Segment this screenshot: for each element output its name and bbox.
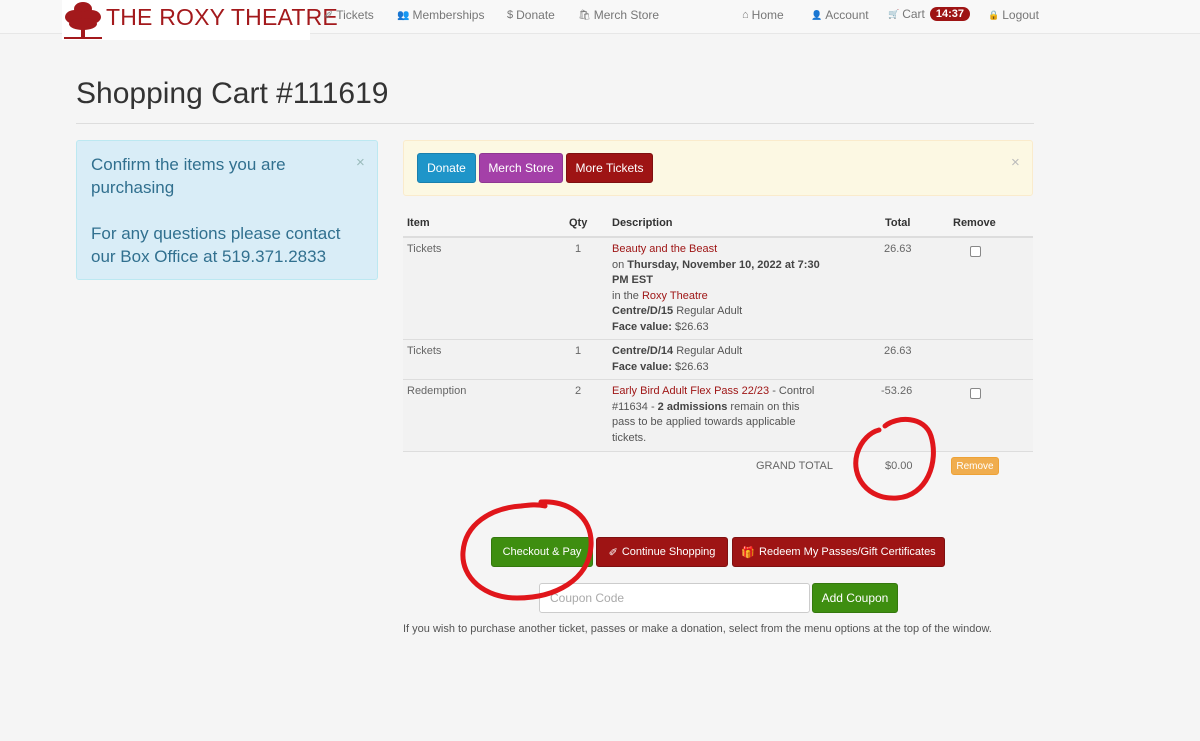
nav-donate[interactable]: $ Donate	[507, 8, 555, 22]
nav-home[interactable]: ⌂ Home	[742, 8, 784, 22]
grand-total-row: GRAND TOTAL $0.00 Remove	[403, 452, 1033, 482]
desc-text: on	[612, 258, 628, 271]
pass-link[interactable]: Early Bird Adult Flex Pass 22/23	[612, 385, 769, 397]
lock-icon: 🔒	[988, 9, 1000, 20]
user-icon: 👤	[811, 9, 823, 20]
brand-name: THE ROXY THEATRE	[106, 4, 338, 30]
brand-logo[interactable]: THE ROXY THEATRE	[62, 0, 338, 40]
redeem-passes-label: Redeem My Passes/Gift Certificates	[759, 546, 936, 558]
cart-timer-badge: 14:37	[929, 7, 971, 21]
admissions-count: 2 admissions	[657, 400, 728, 413]
grand-total-label: GRAND TOTAL	[756, 460, 834, 472]
nav-label: Merch Store	[593, 8, 660, 22]
column-header-remove: Remove	[953, 217, 996, 229]
venue-link[interactable]: Roxy Theatre	[642, 290, 708, 302]
nav-label: Donate	[516, 8, 555, 22]
table-row: Redemption 2 Early Bird Adult Flex Pass …	[403, 380, 1033, 452]
coupon-code-input[interactable]: Coupon Code	[539, 583, 810, 613]
nav-logout[interactable]: 🔒 Logout	[988, 8, 1039, 22]
column-header-total: Total	[885, 217, 911, 229]
cart-icon: 🛒	[888, 8, 900, 19]
table-row: Tickets 1 Centre/D/14 Regular Adult Face…	[403, 340, 1033, 380]
merch-store-button[interactable]: Merch Store	[479, 153, 563, 183]
dollar-icon: $	[507, 9, 514, 21]
gift-icon: 🎁	[741, 546, 756, 559]
item-total: 26.63	[884, 345, 912, 357]
column-header-qty: Qty	[569, 217, 588, 229]
checkout-pay-button[interactable]: Checkout & Pay	[491, 537, 593, 567]
nav-tickets[interactable]: ✐ Tickets	[324, 8, 374, 22]
continue-shopping-button[interactable]: ✐ Continue Shopping	[596, 537, 728, 567]
face-value: $26.63	[671, 360, 709, 373]
item-description: Early Bird Adult Flex Pass 22/23 - Contr…	[612, 384, 822, 446]
item-type: Redemption	[407, 385, 467, 397]
item-qty: 2	[575, 385, 582, 397]
grand-total-value: $0.00	[885, 460, 913, 472]
remove-checkbox[interactable]	[970, 246, 981, 257]
face-value: $26.63	[671, 320, 709, 333]
remove-selected-button[interactable]: Remove	[951, 457, 999, 475]
more-tickets-button[interactable]: More Tickets	[566, 153, 653, 183]
nav-label: Logout	[1002, 8, 1039, 22]
show-date: Thursday, November 10, 2022 at 7:30 PM E…	[612, 258, 820, 287]
item-qty: 1	[575, 243, 582, 255]
top-navbar: THE ROXY THEATRE ✐ Tickets 👥 Memberships…	[0, 0, 1200, 40]
ticket-icon: ✐	[324, 9, 334, 22]
users-icon: 👥	[397, 9, 410, 21]
item-total: -53.26	[881, 385, 913, 397]
remove-checkbox[interactable]	[970, 388, 981, 399]
continue-shopping-label: Continue Shopping	[621, 546, 716, 558]
nav-label: Home	[751, 8, 784, 22]
seat-location: Centre/D/14	[612, 345, 674, 357]
home-icon: ⌂	[742, 9, 749, 21]
tree-logo-icon	[64, 2, 102, 39]
nav-account[interactable]: 👤 Account	[811, 8, 869, 22]
nav-label: Cart	[902, 7, 925, 21]
seat-location: Centre/D/15	[612, 305, 674, 317]
close-icon[interactable]: ×	[356, 155, 365, 170]
item-description: Beauty and the Beast on Thursday, Novemb…	[612, 242, 837, 335]
nav-label: Tickets	[336, 8, 374, 22]
add-coupon-button[interactable]: Add Coupon	[812, 583, 898, 613]
face-value-label: Face value:	[612, 320, 672, 333]
item-type: Tickets	[407, 345, 442, 357]
donate-button[interactable]: Donate	[417, 153, 476, 183]
info-alert-contact-text: For any questions please contact our Box…	[91, 224, 341, 266]
seat-type: Regular Adult	[673, 305, 743, 317]
column-header-item: Item	[407, 217, 430, 229]
desc-text: in the	[612, 289, 642, 302]
shop-more-alert: Donate Merch Store More Tickets ×	[403, 140, 1033, 196]
footnote-text: If you wish to purchase another ticket, …	[403, 623, 992, 635]
ticket-icon: ✐	[608, 546, 618, 559]
nav-label: Account	[825, 8, 869, 22]
item-total: 26.63	[884, 243, 912, 255]
title-divider	[76, 123, 1034, 124]
nav-merch-store[interactable]: 🛍 Merch Store	[578, 8, 659, 22]
nav-label: Memberships	[412, 8, 485, 22]
shopping-bag-icon: 🛍	[578, 9, 591, 21]
nav-cart[interactable]: 🛒 Cart 14:37	[888, 7, 971, 21]
seat-type: Regular Adult	[673, 345, 743, 357]
info-alert: Confirm the items you are purchasing For…	[76, 140, 378, 280]
show-link[interactable]: Beauty and the Beast	[612, 243, 717, 255]
item-qty: 1	[575, 345, 582, 357]
item-description: Centre/D/14 Regular Adult Face value: $2…	[612, 344, 837, 375]
face-value-label: Face value:	[612, 360, 672, 373]
table-row: Tickets 1 Beauty and the Beast on Thursd…	[403, 238, 1033, 340]
info-alert-confirm-text: Confirm the items you are purchasing	[91, 155, 286, 197]
close-icon[interactable]: ×	[1011, 155, 1020, 170]
redeem-passes-button[interactable]: 🎁 Redeem My Passes/Gift Certificates	[732, 537, 945, 567]
page-title: Shopping Cart #111619	[76, 77, 389, 110]
nav-memberships[interactable]: 👥 Memberships	[397, 8, 484, 22]
item-type: Tickets	[407, 243, 442, 255]
column-header-description: Description	[612, 217, 673, 229]
